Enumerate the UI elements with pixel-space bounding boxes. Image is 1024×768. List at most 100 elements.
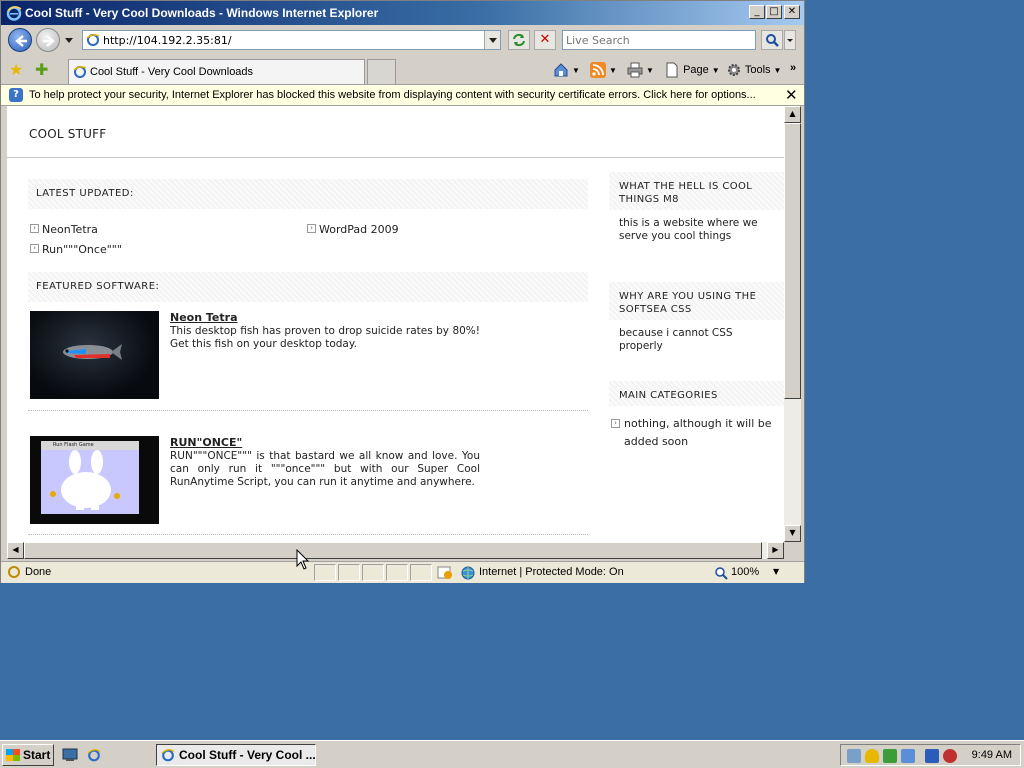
popup-blocker-icon[interactable] bbox=[437, 566, 453, 580]
address-toolbar: ✕ bbox=[1, 26, 804, 56]
search-button[interactable] bbox=[761, 30, 783, 50]
start-button[interactable]: Start bbox=[2, 744, 54, 766]
tray-app-icon[interactable] bbox=[847, 749, 861, 763]
search-icon bbox=[766, 34, 779, 47]
address-box[interactable] bbox=[82, 30, 501, 50]
search-box[interactable] bbox=[562, 30, 756, 50]
category-item[interactable]: › nothing, although it will be added soon bbox=[611, 415, 781, 451]
close-button[interactable]: ✕ bbox=[784, 5, 800, 19]
featured-title-link[interactable]: RUN"ONCE" bbox=[170, 436, 242, 449]
vertical-scrollbar[interactable]: ▲ ▼ bbox=[784, 106, 801, 542]
ie-quicklaunch-icon[interactable] bbox=[86, 748, 102, 762]
recent-pages-dropdown-icon[interactable] bbox=[65, 36, 73, 44]
show-desktop-icon[interactable] bbox=[62, 748, 78, 762]
information-bar-close-icon[interactable]: ✕ bbox=[785, 86, 798, 104]
security-shield-icon: ? bbox=[9, 88, 23, 102]
new-tab-button[interactable] bbox=[367, 59, 396, 84]
search-options-dropdown[interactable] bbox=[784, 30, 796, 50]
neon-tetra-thumbnail[interactable] bbox=[30, 311, 159, 399]
sidebar-heading: WHY ARE YOU USING THE SOFTSEA CSS bbox=[609, 282, 784, 320]
print-button[interactable]: ▼ bbox=[627, 62, 654, 80]
latest-item[interactable]: › WordPad 2009 bbox=[307, 223, 399, 236]
sidebar-heading: WHAT THE HELL IS COOL THINGS M8 bbox=[609, 172, 784, 210]
url-input[interactable] bbox=[103, 32, 483, 48]
latest-item-link[interactable]: NeonTetra bbox=[42, 223, 98, 236]
tab-cool-stuff[interactable]: Cool Stuff - Very Cool Downloads bbox=[68, 59, 365, 84]
arrow-icon: › bbox=[307, 224, 316, 233]
latest-item[interactable]: › Run"""Once""" bbox=[30, 243, 122, 256]
stop-icon: ✕ bbox=[539, 32, 551, 47]
latest-item-link[interactable]: WordPad 2009 bbox=[319, 223, 399, 236]
fish-image bbox=[63, 344, 122, 360]
checkmark-tray-icon[interactable] bbox=[883, 749, 897, 763]
status-cell bbox=[362, 564, 384, 581]
ie-window: Cool Stuff - Very Cool Downloads - Windo… bbox=[0, 0, 805, 583]
status-cell bbox=[338, 564, 360, 581]
favorites-center-icon[interactable]: ★ bbox=[9, 60, 23, 79]
network-tray-icon[interactable] bbox=[901, 749, 915, 763]
horizontal-scrollbar[interactable]: ◀ ▶ bbox=[7, 542, 784, 559]
tab-bar: ★ ✚ Cool Stuff - Very Cool Downloads ▼ ▼… bbox=[1, 57, 804, 84]
tools-menu-button[interactable]: Tools ▼ bbox=[726, 62, 781, 80]
run-once-thumbnail[interactable]: Run Flash Game bbox=[30, 436, 159, 524]
start-label: Start bbox=[23, 748, 51, 762]
information-bar-message[interactable]: To help protect your security, Internet … bbox=[29, 89, 756, 101]
volume-muted-tray-icon[interactable] bbox=[943, 749, 957, 763]
ie-icon bbox=[161, 749, 175, 762]
featured-title-link[interactable]: Neon Tetra bbox=[170, 311, 238, 324]
chevron-down-icon bbox=[787, 39, 793, 42]
scroll-right-icon[interactable]: ▶ bbox=[767, 542, 784, 559]
page-icon bbox=[73, 66, 87, 78]
taskbar-button-ie[interactable]: Cool Stuff - Very Cool ... bbox=[156, 744, 316, 766]
category-link[interactable]: nothing, although it will be added soon bbox=[624, 417, 772, 448]
ie-logo-icon bbox=[6, 6, 22, 21]
window-title: Cool Stuff - Very Cool Downloads - Windo… bbox=[25, 6, 379, 20]
back-button[interactable] bbox=[8, 28, 32, 52]
featured-software-heading: FEATURED SOFTWARE: bbox=[28, 272, 588, 302]
featured-description: This desktop fish has proven to drop sui… bbox=[170, 325, 480, 350]
status-bar: Done Internet | Protected Mode: On 100% … bbox=[1, 561, 804, 583]
security-zone-text[interactable]: Internet | Protected Mode: On bbox=[479, 566, 624, 578]
address-dropdown-button[interactable] bbox=[484, 31, 500, 49]
clock[interactable]: 9:49 AM bbox=[972, 749, 1012, 761]
sidebar-text: because i cannot CSS properly bbox=[619, 327, 733, 352]
toolbar-chevron[interactable]: » bbox=[790, 62, 796, 80]
mouse-cursor-icon bbox=[296, 549, 310, 570]
page-status-icon bbox=[8, 566, 20, 578]
feeds-button[interactable]: ▼ bbox=[590, 62, 617, 80]
arrow-icon: › bbox=[30, 224, 39, 233]
minimize-button[interactable]: _ bbox=[749, 5, 765, 19]
title-bar[interactable]: Cool Stuff - Very Cool Downloads - Windo… bbox=[1, 1, 804, 25]
latest-item-link[interactable]: Run"""Once""" bbox=[42, 243, 122, 256]
security-shield-tray-icon[interactable] bbox=[865, 749, 879, 763]
monitor-tray-icon[interactable] bbox=[925, 749, 939, 763]
taskbar-button-label: Cool Stuff - Very Cool ... bbox=[179, 748, 316, 762]
scroll-left-icon[interactable]: ◀ bbox=[7, 542, 24, 559]
scroll-up-icon[interactable]: ▲ bbox=[784, 106, 801, 123]
sidebar-heading: MAIN CATEGORIES bbox=[609, 381, 784, 406]
add-to-favorites-icon[interactable]: ✚ bbox=[35, 60, 48, 79]
windows-logo-icon bbox=[6, 749, 20, 761]
zoom-icon bbox=[715, 567, 728, 580]
search-input[interactable] bbox=[563, 31, 755, 49]
scroll-down-icon[interactable]: ▼ bbox=[784, 525, 801, 542]
latest-item[interactable]: › NeonTetra bbox=[30, 223, 98, 236]
zoom-dropdown-icon[interactable]: ▼ bbox=[773, 567, 779, 576]
zoom-level[interactable]: 100% bbox=[731, 566, 759, 578]
page-menu-button[interactable]: Page ▼ bbox=[664, 62, 720, 80]
page-viewport: COOL STUFF LATEST UPDATED: › NeonTetra › W… bbox=[7, 106, 784, 542]
horizontal-scroll-thumb[interactable] bbox=[24, 542, 762, 559]
header-divider bbox=[7, 157, 784, 158]
rss-feed-icon bbox=[590, 62, 606, 78]
vertical-scroll-thumb[interactable] bbox=[784, 123, 801, 399]
tools-menu-label: Tools bbox=[744, 63, 771, 76]
page-menu-label: Page bbox=[683, 63, 709, 76]
internet-zone-icon[interactable] bbox=[460, 565, 476, 581]
refresh-button[interactable] bbox=[508, 30, 530, 50]
home-button[interactable]: ▼ bbox=[553, 62, 580, 80]
maximize-button[interactable]: □ bbox=[766, 5, 782, 19]
information-bar[interactable]: ? To help protect your security, Interne… bbox=[1, 84, 804, 106]
gear-icon bbox=[728, 64, 740, 76]
forward-button[interactable] bbox=[36, 28, 60, 52]
stop-button[interactable]: ✕ bbox=[534, 30, 556, 50]
